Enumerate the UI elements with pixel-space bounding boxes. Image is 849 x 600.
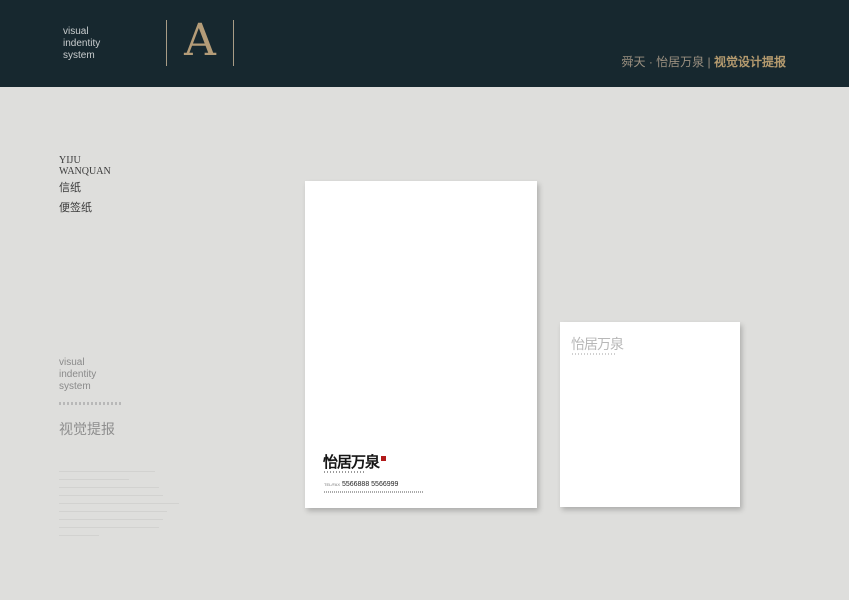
memo-paper: 怡居万泉: [560, 322, 740, 507]
letterhead-paper: 怡居万泉 TEL/FAX 5566888 5566999: [305, 181, 537, 508]
sidebar-name-line: YIJU: [59, 155, 81, 166]
sidebar-item-memo-paper: 便签纸: [59, 202, 92, 214]
sidebar-vis-line: system: [59, 381, 91, 392]
sidebar-cn-title: 视觉提报: [59, 421, 115, 437]
header-divider-right: [233, 20, 234, 66]
letterhead-contact: TEL/FAX 5566888 5566999: [324, 481, 398, 488]
letterhead-logo-subtext: [324, 471, 366, 473]
memo-logo-subtext: [572, 353, 616, 355]
sidebar-vis-text: visual indentity system: [59, 357, 96, 393]
project-title-separator: |: [707, 55, 711, 69]
phone-label: TEL/FAX: [324, 482, 341, 487]
header-divider-left: [166, 20, 167, 66]
header-vis-text: visual indentity system: [63, 26, 100, 62]
seal-icon: [381, 456, 387, 461]
section-letter: A: [184, 15, 216, 66]
letterhead-logo-text: 怡居万泉: [323, 453, 380, 471]
sidebar-vis-line: indentity: [59, 369, 97, 380]
sidebar-vis-line: visual: [59, 357, 85, 368]
header-vis-line: system: [63, 50, 95, 61]
sidebar-item-letter-paper: 信纸: [59, 182, 81, 194]
dotted-divider: [59, 402, 121, 405]
faint-text-block: [59, 471, 189, 543]
project-title: 舜天 · 怡居万泉 | 视觉设计提报: [622, 53, 787, 70]
memo-logo: 怡居万泉: [571, 337, 624, 353]
header-bar: visual indentity system A 舜天 · 怡居万泉 | 视觉…: [0, 0, 849, 87]
header-vis-line: indentity: [63, 38, 101, 49]
project-title-bold: 视觉设计提报: [713, 55, 786, 69]
letterhead-address: [324, 491, 424, 493]
sidebar-section-names: YIJU WANQUAN 信纸 便签纸: [59, 155, 111, 217]
project-title-name: 舜天 · 怡居万泉: [621, 55, 705, 69]
header-vis-line: visual: [63, 26, 89, 37]
sidebar-name-line: WANQUAN: [59, 166, 111, 177]
phone-numbers: 5566888 5566999: [341, 481, 399, 488]
letterhead-logo: 怡居万泉: [323, 451, 387, 472]
